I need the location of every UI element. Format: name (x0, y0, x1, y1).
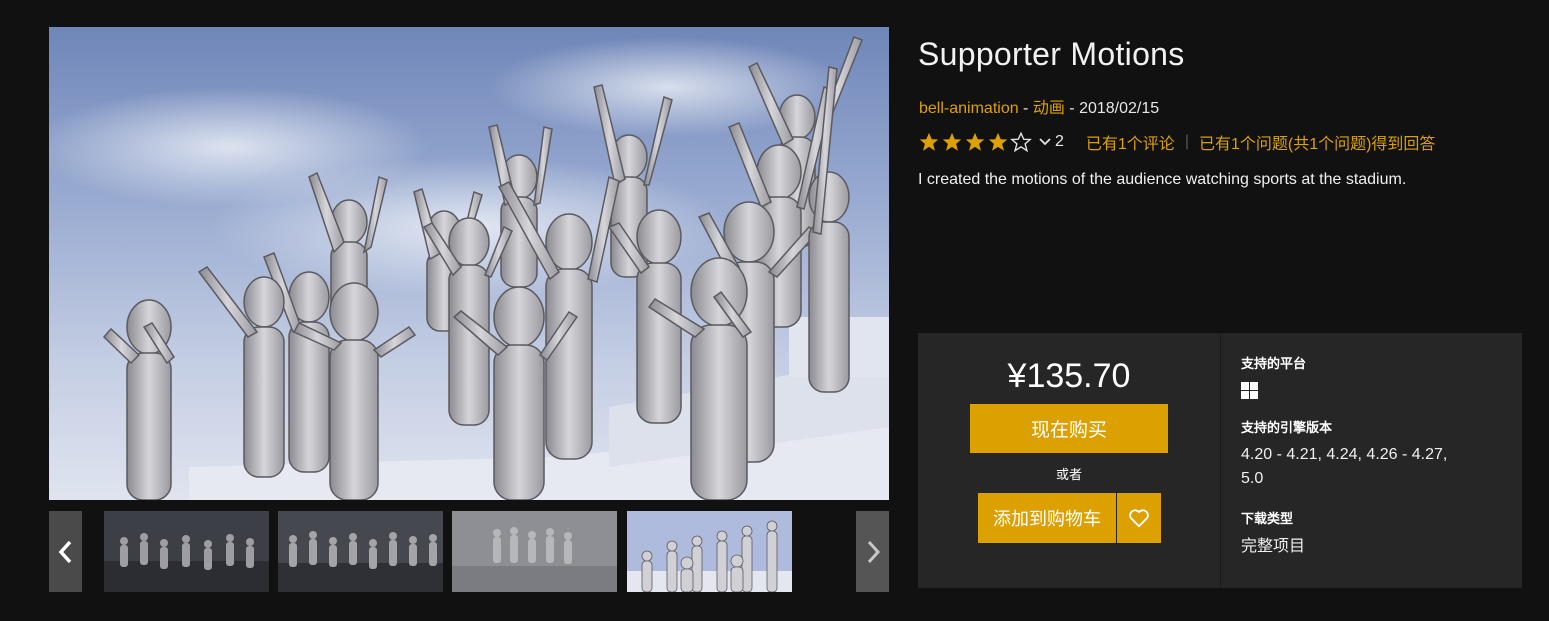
download-type: 完整项目 (1241, 536, 1306, 555)
or-label: 或者 (1055, 468, 1082, 483)
chevron-left-icon (58, 540, 71, 563)
chevron-down-icon[interactable] (1039, 137, 1051, 147)
chevron-right-icon (867, 540, 880, 563)
rating-row: 2 已有1个评论 | 已有1个问题(共1个问题)得到回答 (918, 130, 1435, 154)
thumbnail-2[interactable] (278, 511, 443, 592)
seller-link[interactable]: bell-animation (919, 100, 1019, 117)
category-link[interactable]: 动画 (1033, 100, 1065, 117)
star-filled-icon (919, 132, 939, 151)
gallery-next-button[interactable] (856, 511, 889, 592)
engine-versions-line: 4.20 - 4.21, 4.24, 4.26 - 4.27, (1241, 446, 1448, 463)
engine-versions-line: 5.0 (1241, 470, 1264, 487)
buy-now-button[interactable]: 现在购买 (970, 404, 1168, 453)
release-date: 2018/02/15 (1079, 100, 1160, 117)
thumbnail-1[interactable] (104, 511, 269, 592)
star-filled-icon (965, 132, 985, 151)
star-empty-icon (1010, 131, 1032, 153)
product-specs: 支持的平台 支持的引擎版本 4.20 - 4.21, 4.24, 4.26 - … (1220, 333, 1523, 588)
thumbnail-image (452, 511, 617, 592)
meta-separator: - (1018, 100, 1033, 117)
product-description: I created the motions of the audience wa… (918, 171, 1407, 188)
thumbnail-4[interactable] (627, 511, 792, 592)
star-filled-icon (942, 132, 962, 151)
engine-version-label: 支持的引擎版本 (1241, 421, 1333, 436)
thumbnail-image (627, 511, 792, 592)
purchase-actions: ¥135.70 现在购买 或者 添加到购物车 (918, 333, 1220, 588)
meta-separator: - (1064, 100, 1080, 117)
main-preview-image[interactable] (49, 27, 889, 500)
price: ¥135.70 (1007, 357, 1131, 395)
platform-label: 支持的平台 (1241, 357, 1307, 372)
thumbnail-image (278, 511, 443, 592)
thumbnail-strip (49, 511, 889, 592)
thumbnail-3[interactable] (452, 511, 617, 592)
divider: | (1184, 133, 1189, 150)
star-rating[interactable] (918, 131, 1033, 153)
wishlist-button[interactable] (1117, 493, 1161, 543)
download-type-label: 下载类型 (1241, 512, 1294, 527)
mannequin-crowd-illustration (49, 36, 889, 500)
star-filled-icon (988, 132, 1008, 151)
windows-icon (1241, 382, 1258, 399)
gallery-prev-button[interactable] (49, 511, 82, 592)
add-to-cart-button[interactable]: 添加到购物车 (978, 493, 1116, 543)
heart-icon (1129, 509, 1149, 528)
purchase-panel: ¥135.70 现在购买 或者 添加到购物车 支持的平台 支持的引擎版本 4.2… (918, 333, 1522, 588)
product-title: Supporter Motions (918, 36, 1185, 72)
questions-link[interactable]: 已有1个问题(共1个问题)得到回答 (1199, 130, 1435, 154)
thumbnail-image (104, 511, 269, 592)
engine-versions: 4.20 - 4.21, 4.24, 4.26 - 4.27, 5.0 (1241, 443, 1447, 491)
reviews-link[interactable]: 已有1个评论 (1086, 130, 1175, 154)
product-meta: bell-animation - 动画 - 2018/02/15 (919, 94, 1159, 118)
cart-actions: 添加到购物车 (978, 493, 1161, 543)
rating-count: 2 (1055, 133, 1064, 150)
